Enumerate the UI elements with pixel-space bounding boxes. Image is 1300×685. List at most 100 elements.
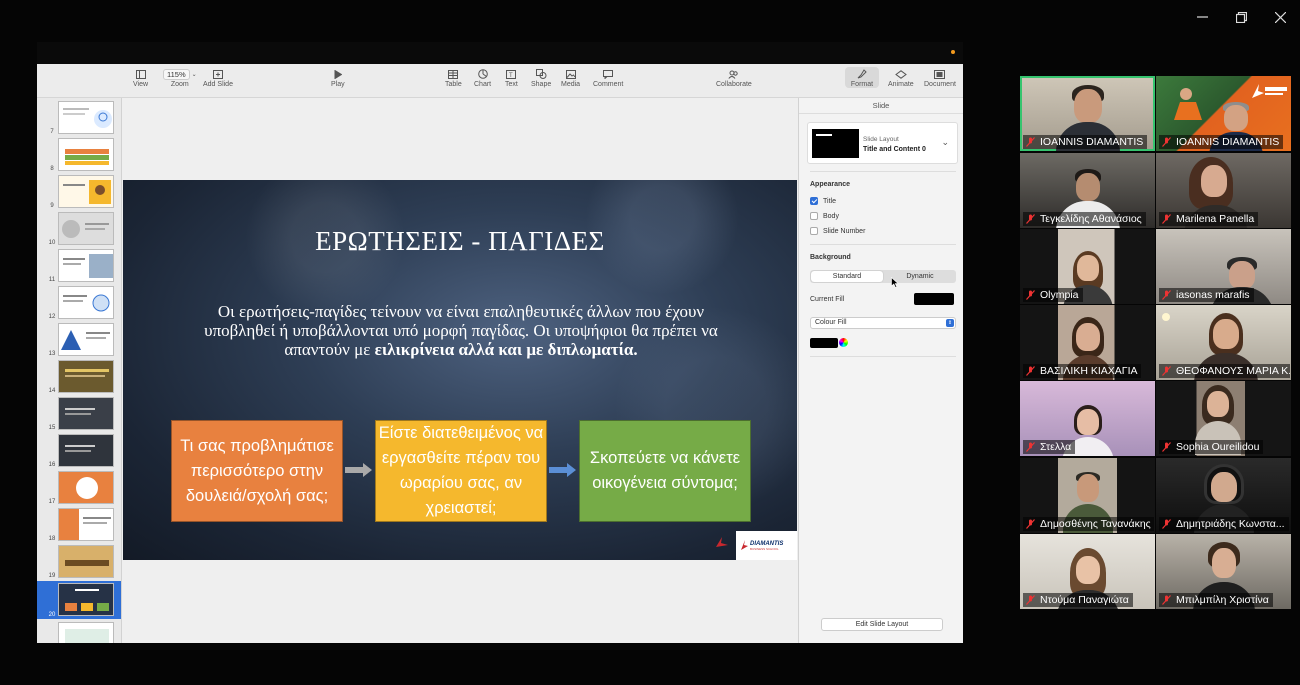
body-option-label: Body <box>823 212 839 220</box>
slide-number: 14 <box>48 388 56 394</box>
participant-tile[interactable]: Μπιλμπίλη Χριστίνα <box>1156 534 1291 609</box>
slide-number: 17 <box>48 499 56 505</box>
fill-type-select[interactable]: Colour Fill ⇕ <box>810 317 956 329</box>
zoom-button[interactable]: 115% ⌄ Zoom <box>163 67 197 88</box>
participant-tile[interactable]: ΒΑΣΙΛΙΚΗ ΚΙΑΧΑΓΙΑ <box>1020 305 1155 380</box>
question-box-2[interactable]: Είστε διατεθειμένος να εργασθείτε πέραν … <box>375 420 547 522</box>
shape-button[interactable]: Shape <box>531 67 551 88</box>
mouse-cursor-icon <box>891 277 899 288</box>
thumbnail-slide-14[interactable]: 14 <box>37 359 121 395</box>
color-wheel-icon[interactable] <box>839 338 848 347</box>
participant-tile[interactable]: Δημοσθένης Τανανάκης <box>1020 458 1155 533</box>
title-checkbox[interactable]: Title <box>810 197 836 205</box>
chevron-down-icon: ⌄ <box>191 71 197 78</box>
thumbnail-slide-13[interactable]: 13 <box>37 322 121 358</box>
participant-name: IOANNIS DIAMANTIS <box>1176 136 1280 148</box>
table-button[interactable]: Table <box>445 67 462 88</box>
slide-title[interactable]: ΕΡΩΤΗΣΕΙΣ - ΠΑΓΙΔΕΣ <box>123 226 797 257</box>
play-button[interactable]: Play <box>331 67 345 88</box>
thumbnail-slide-9[interactable]: 9 <box>37 174 121 210</box>
participant-name: ΘΕΟΦΑΝΟΥΣ ΜΑΡΙΑ Κ... <box>1176 365 1290 377</box>
participant-tile[interactable]: Sophia Oureilidou <box>1156 381 1291 456</box>
participant-tile[interactable]: Marilena Panella <box>1156 153 1291 228</box>
zoom-label: Zoom <box>170 81 189 88</box>
recording-dot-icon <box>951 50 955 54</box>
slide-body[interactable]: Οι ερωτήσεις-παγίδες τείνουν να είναι επ… <box>181 302 741 359</box>
thumbnail-slide-21[interactable] <box>37 621 121 643</box>
format-icon <box>857 67 867 81</box>
text-icon: T <box>506 67 517 81</box>
view-label: View <box>133 81 149 88</box>
thumbnail-slide-16[interactable]: 16 <box>37 433 121 469</box>
format-button[interactable]: Format <box>845 67 879 88</box>
thumbnail-slide-12[interactable]: 12 <box>37 285 121 321</box>
participant-name: Μπιλμπίλη Χριστίνα <box>1176 594 1269 606</box>
thumbnail-slide-19[interactable]: 19 <box>37 544 121 580</box>
format-label: Format <box>850 81 874 88</box>
thumbnail-slide-10[interactable]: 10 <box>37 211 121 247</box>
color-well[interactable] <box>810 338 838 348</box>
slide-number: 11 <box>48 277 56 283</box>
participant-tile[interactable]: Δημητριάδης Κωνστα... <box>1156 458 1291 533</box>
current-slide[interactable]: ΕΡΩΤΗΣΕΙΣ - ΠΑΓΙΔΕΣ Οι ερωτήσεις-παγίδες… <box>123 180 797 560</box>
current-fill-swatch[interactable] <box>914 293 954 305</box>
muted-mic-icon <box>1162 214 1171 224</box>
comment-icon <box>603 67 614 81</box>
participant-tile[interactable]: ΘΕΟΦΑΝΟΥΣ ΜΑΡΙΑ Κ... <box>1156 305 1291 380</box>
edit-slide-layout-button[interactable]: Edit Slide Layout <box>821 618 943 631</box>
standard-segment[interactable]: Standard <box>811 271 883 282</box>
thumbnail-slide-20[interactable]: 20 <box>37 581 121 619</box>
animate-button[interactable]: Animate <box>888 67 914 88</box>
muted-mic-icon <box>1026 595 1035 605</box>
slide-layout-picker[interactable]: Slide Layout Title and Content 0 ⌄ <box>807 122 958 164</box>
thumbnail-slide-8[interactable]: 8 <box>37 137 121 173</box>
muted-mic-icon <box>1162 442 1171 452</box>
thumbnail-slide-15[interactable]: 15 <box>37 396 121 432</box>
close-button[interactable] <box>1261 0 1300 34</box>
participant-tile[interactable]: Olympia <box>1020 229 1155 304</box>
chevron-updown-icon: ⇕ <box>946 319 954 327</box>
add-slide-button[interactable]: Add Slide <box>203 67 233 88</box>
participant-tile[interactable]: Ντούμα Παναγιώτα <box>1020 534 1155 609</box>
document-button[interactable]: Document <box>924 67 956 88</box>
participant-tile[interactable]: Στελλα <box>1020 381 1155 456</box>
view-button[interactable]: View <box>133 67 148 88</box>
chart-button[interactable]: Chart <box>474 67 491 88</box>
slide-number: 9 <box>50 203 54 209</box>
slide-number-checkbox[interactable]: Slide Number <box>810 227 865 235</box>
diamantis-logo: DIAMANTIS BUSINESS SCHOOL <box>736 531 797 560</box>
add-slide-label: Add Slide <box>203 81 233 88</box>
collaborate-label: Collaborate <box>716 81 752 88</box>
checkbox-checked-icon <box>810 197 818 205</box>
thumbnail-slide-18[interactable]: 18 <box>37 507 121 543</box>
divider <box>810 171 956 172</box>
minimize-button[interactable] <box>1183 0 1222 34</box>
muted-mic-icon <box>1162 290 1171 300</box>
participant-tile[interactable]: IOANNIS DIAMANTIS <box>1156 76 1291 151</box>
participant-name: Marilena Panella <box>1176 213 1255 225</box>
slide-number: 20 <box>48 612 56 618</box>
thumbnail-slide-17[interactable]: 17 <box>37 470 121 506</box>
muted-mic-icon <box>1026 519 1035 529</box>
participant-tile[interactable]: Τεγκελίδης Αθανάσιος <box>1020 153 1155 228</box>
chart-label: Chart <box>474 81 492 88</box>
question-box-3[interactable]: Σκοπεύετε να κάνετε οικογένεια σύντομα; <box>579 420 751 522</box>
text-button[interactable]: T Text <box>505 67 518 88</box>
question-box-1[interactable]: Τι σας προβλημάτισε περισσότερο στην δου… <box>171 420 343 522</box>
thumbnail-slide-11[interactable]: 11 <box>37 248 121 284</box>
inspector-tab-slide[interactable]: Slide <box>799 98 963 114</box>
thumbnail-slide-7[interactable]: 7 <box>37 100 121 136</box>
body-checkbox[interactable]: Body <box>810 212 839 220</box>
participant-gallery: IOANNIS DIAMANTIS IOANNIS DIAMANTIS Τεγκ… <box>1018 74 1291 612</box>
animate-icon <box>895 67 907 81</box>
participant-tile[interactable]: iasonas marafis <box>1156 229 1291 304</box>
comment-button[interactable]: Comment <box>593 67 623 88</box>
participant-name: IOANNIS DIAMANTIS <box>1040 136 1144 148</box>
media-button[interactable]: Media <box>561 67 580 88</box>
collaborate-button[interactable]: Collaborate <box>716 67 752 88</box>
restore-button[interactable] <box>1222 0 1261 34</box>
arrow-right-icon <box>549 463 576 477</box>
checkbox-icon <box>810 212 818 220</box>
document-icon <box>934 67 946 81</box>
participant-tile[interactable]: IOANNIS DIAMANTIS <box>1020 76 1155 151</box>
